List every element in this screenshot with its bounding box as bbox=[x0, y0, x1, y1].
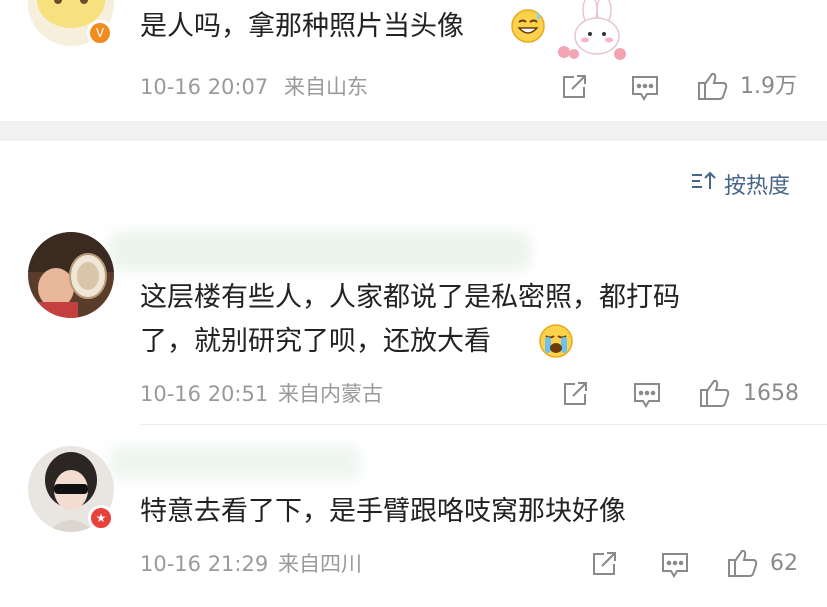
comment-2-time: 10-16 20:51 bbox=[140, 382, 269, 406]
comment-2-location: 来自内蒙古 bbox=[278, 382, 383, 406]
like-count: 1.9万 bbox=[740, 74, 797, 99]
star-badge-icon: ★ bbox=[95, 511, 107, 525]
grinning-sweat-emoji bbox=[510, 8, 546, 48]
sort-by-hot-button[interactable]: 按热度 bbox=[690, 168, 790, 200]
star-badge: ★ bbox=[88, 505, 114, 531]
blurred-username bbox=[110, 446, 360, 480]
like-icon[interactable] bbox=[727, 548, 759, 582]
like-icon[interactable] bbox=[697, 71, 729, 105]
sort-label: 按热度 bbox=[724, 174, 791, 199]
like-count: 62 bbox=[770, 551, 798, 576]
comment-1-time: 10-16 20:07 bbox=[140, 75, 269, 99]
verified-badge: V bbox=[87, 20, 113, 46]
like-count: 1658 bbox=[743, 381, 799, 406]
share-icon[interactable] bbox=[561, 380, 589, 412]
like-icon[interactable] bbox=[699, 378, 731, 412]
comment-icon[interactable] bbox=[660, 551, 690, 583]
comment-2-text-line-1: 这层楼有些人，人家都说了是私密照，都打码 bbox=[140, 282, 680, 313]
comment-separator bbox=[140, 424, 827, 425]
comment-1-text: 是人吗，拿那种照片当头像 bbox=[140, 11, 464, 42]
bunny-sticker bbox=[552, 0, 636, 68]
share-icon[interactable] bbox=[560, 73, 588, 105]
comment-3-location: 来自四川 bbox=[278, 552, 362, 576]
comment-2-text-line-2: 了，就别研究了呗，还放大看 bbox=[140, 326, 491, 357]
verified-v-badge-icon: V bbox=[95, 26, 105, 40]
share-icon[interactable] bbox=[590, 550, 618, 582]
comment-icon[interactable] bbox=[630, 74, 660, 106]
sort-icon bbox=[690, 169, 718, 199]
blurred-username bbox=[110, 232, 530, 270]
comment-1-location: 来自山东 bbox=[284, 75, 368, 99]
comment-icon[interactable] bbox=[632, 381, 662, 413]
section-divider bbox=[0, 121, 827, 141]
comment-3-text: 特意去看了下，是手臂跟咯吱窝那块好像 bbox=[140, 496, 626, 527]
avatar-commenter-2[interactable] bbox=[28, 232, 114, 318]
comment-3-time: 10-16 21:29 bbox=[140, 552, 269, 576]
crying-face-emoji bbox=[538, 323, 574, 363]
